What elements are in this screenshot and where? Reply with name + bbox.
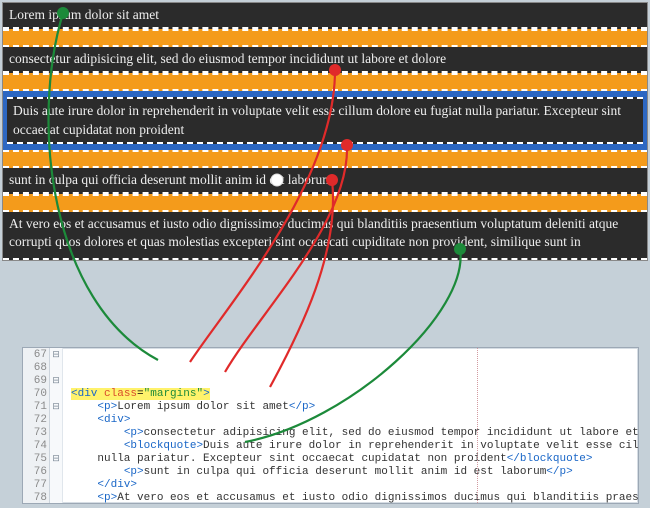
fold-spacer — [50, 492, 62, 504]
line-number: 70 — [25, 388, 47, 401]
code-line[interactable]: <div class="margins"> — [71, 388, 639, 401]
fold-spacer — [50, 362, 62, 375]
preview-p1: Lorem ipsum dolor sit amet — [3, 3, 647, 29]
margin-stripe — [3, 150, 647, 168]
rendered-preview: Lorem ipsum dolor sit amet consectetur a… — [2, 2, 648, 261]
line-number: 74 — [25, 440, 47, 453]
fold-spacer — [50, 466, 62, 479]
line-number: 75 — [25, 453, 47, 466]
preview-p4: At vero eos et accusamus et iusto odio d… — [3, 212, 647, 259]
fold-spacer — [50, 440, 62, 453]
fold-spacer — [50, 479, 62, 492]
code-line[interactable]: <blockquote>Duis aute irure dolor in rep… — [71, 440, 639, 453]
code-line[interactable]: <p>sunt in culpa qui officia deserunt mo… — [71, 466, 639, 479]
code-line[interactable]: nulla pariatur. Excepteur sint occaecat … — [71, 453, 639, 466]
right-margin-guide — [477, 348, 478, 503]
line-number: 76 — [25, 466, 47, 479]
nested-div-band: Duis aute irure dolor in reprehenderit i… — [3, 91, 647, 149]
line-number: 71 — [25, 401, 47, 414]
line-number: 67 — [25, 349, 47, 362]
code-area[interactable]: <div class="margins"> <p>Lorem ipsum dol… — [63, 348, 639, 503]
fold-spacer — [50, 414, 62, 427]
fold-toggle-icon[interactable]: ⊟ — [50, 375, 62, 388]
fold-toggle-icon[interactable]: ⊟ — [50, 349, 62, 362]
fold-column[interactable]: ⊟ ⊟ ⊟ ⊟ — [50, 348, 63, 503]
code-line[interactable]: <div> — [71, 414, 639, 427]
fold-toggle-icon[interactable]: ⊟ — [50, 401, 62, 414]
line-number: 68 — [25, 362, 47, 375]
line-number: 72 — [25, 414, 47, 427]
code-line[interactable]: <p>At vero eos et accusamus et iusto odi… — [71, 492, 639, 504]
margin-stripe — [3, 29, 647, 47]
preview-p3: sunt in culpa qui officia deserunt molli… — [3, 168, 647, 194]
preview-blockquote: Duis aute irure dolor in reprehenderit i… — [7, 97, 643, 143]
line-number: 78 — [25, 492, 47, 504]
code-line[interactable]: <p>Lorem ipsum dolor sit amet</p> — [71, 401, 639, 414]
line-number: 69 — [25, 375, 47, 388]
code-line[interactable]: </div> — [71, 479, 639, 492]
margin-stripe — [3, 194, 647, 212]
fold-spacer — [50, 427, 62, 440]
fold-spacer — [50, 388, 62, 401]
preview-p2: consectetur adipisicing elit, sed do eiu… — [3, 47, 647, 73]
fold-toggle-icon[interactable]: ⊟ — [50, 453, 62, 466]
code-line[interactable]: <p>consectetur adipisicing elit, sed do … — [71, 427, 639, 440]
line-number: 77 — [25, 479, 47, 492]
line-number-gutter: 676869707172737475767778 — [23, 348, 50, 503]
code-editor[interactable]: 676869707172737475767778 ⊟ ⊟ ⊟ ⊟ <div class… — [22, 347, 639, 504]
line-number: 73 — [25, 427, 47, 440]
margin-stripe — [3, 73, 647, 91]
